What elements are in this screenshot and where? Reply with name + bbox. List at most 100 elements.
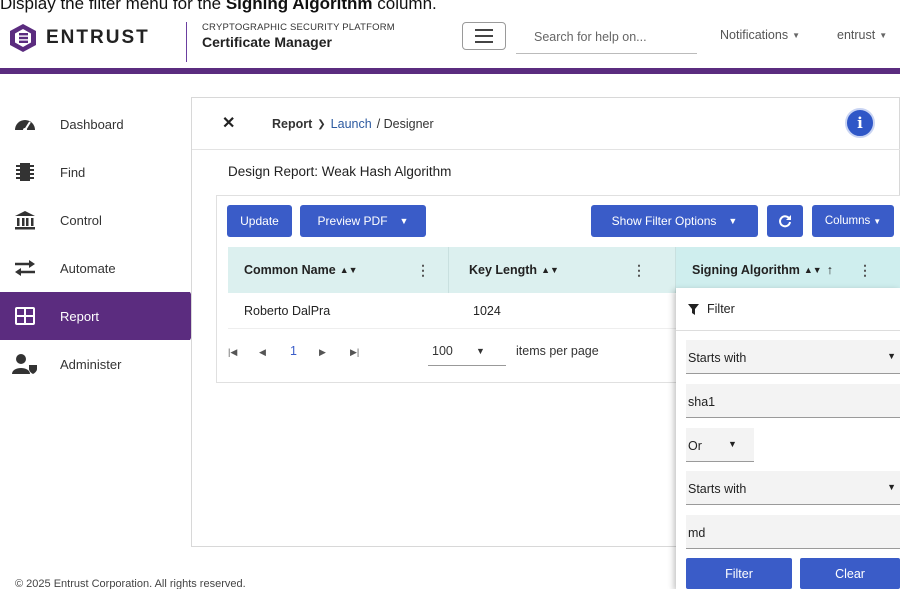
product-title: Certificate Manager	[202, 34, 332, 50]
filter-button-label: Filter	[725, 566, 753, 581]
sidebar-item-dashboard[interactable]: Dashboard	[0, 100, 200, 148]
sidebar-item-label: Find	[60, 164, 86, 180]
page-size-value: 100	[432, 344, 453, 358]
chevron-down-icon: ▼	[879, 30, 888, 40]
sidebar-item-report[interactable]: Report	[0, 292, 202, 340]
clear-button-label: Clear	[835, 566, 865, 581]
next-page-icon[interactable]: ▶	[319, 347, 326, 358]
filter-value-1-input[interactable]: sha1	[686, 384, 900, 418]
swap-arrows-icon	[12, 257, 38, 279]
notifications-label: Notifications	[720, 28, 789, 42]
breadcrumb: Report ❯ Launch / Designer	[272, 117, 434, 131]
user-shield-icon	[12, 353, 38, 375]
filter-apply-button[interactable]: Filter	[686, 558, 792, 589]
breadcrumb-launch-link[interactable]: Launch	[331, 117, 372, 131]
page-size-select[interactable]: 100 ▼	[428, 338, 506, 366]
sidebar-item-label: Report	[60, 308, 100, 324]
filter-logic-select[interactable]: Or ▼	[686, 428, 754, 462]
product-name: CRYPTOGRAPHIC SECURITY PLATFORM Certific…	[202, 22, 395, 50]
sidebar-item-label: Automate	[60, 260, 116, 276]
sort-icon: ▲▼	[541, 265, 559, 275]
table-icon	[12, 305, 38, 327]
filter-clear-button[interactable]: Clear	[800, 558, 900, 589]
instruction-caption: Display the filter menu for the Signing …	[0, 0, 900, 20]
current-page[interactable]: 1	[290, 344, 297, 358]
show-filter-options-button[interactable]: Show Filter Options ▼	[591, 205, 758, 237]
user-menu[interactable]: entrust ▼	[837, 28, 887, 42]
hamburger-line	[475, 29, 493, 31]
filter-title: Filter	[688, 302, 735, 316]
first-page-icon[interactable]: |◀	[228, 347, 237, 358]
breadcrumb-designer: / Designer	[376, 117, 434, 131]
column-header-common-name[interactable]: Common Name ▲▼	[244, 247, 358, 293]
filter-value-2-input[interactable]: md	[686, 515, 900, 549]
items-per-page-label: items per page	[516, 344, 599, 358]
divider	[676, 330, 900, 331]
chevron-down-icon: ▼	[873, 216, 882, 226]
brand[interactable]: ENTRUST	[8, 23, 150, 53]
refresh-button[interactable]	[767, 205, 803, 237]
columns-button[interactable]: Columns ▼	[812, 205, 894, 237]
previous-page-icon[interactable]: ◀	[259, 347, 266, 358]
caption-prefix: Display the filter menu for the	[0, 0, 226, 13]
column-menu-icon[interactable]: ⋮	[416, 262, 430, 279]
hamburger-line	[475, 35, 493, 37]
sidebar-item-label: Dashboard	[60, 116, 124, 132]
filter-title-label: Filter	[707, 302, 735, 316]
sort-icon: ▲▼	[803, 265, 822, 275]
top-bar: ENTRUST CRYPTOGRAPHIC SECURITY PLATFORM …	[0, 20, 900, 68]
help-search-input[interactable]: Search for help on...	[516, 20, 697, 54]
sidebar-item-label: Control	[60, 212, 102, 228]
cell-key-length: 1024	[473, 304, 501, 318]
menu-toggle-button[interactable]	[462, 22, 506, 50]
show-filter-label: Show Filter Options	[611, 214, 717, 228]
sidebar-item-administer[interactable]: Administer	[0, 340, 200, 388]
page-title: Design Report: Weak Hash Algorithm	[228, 164, 452, 179]
chevron-down-icon: ▼	[399, 216, 409, 226]
column-header-signing-algorithm[interactable]: Signing Algorithm ▲▼ ↑	[692, 247, 833, 293]
column-header-label: Key Length	[469, 263, 538, 277]
notifications-menu[interactable]: Notifications ▼	[720, 28, 800, 42]
column-header-label: Signing Algorithm	[692, 263, 800, 277]
info-icon[interactable]: i	[845, 108, 875, 138]
sidebar-item-control[interactable]: Control	[0, 196, 200, 244]
filter-menu: Filter Starts with ▼ sha1 Or ▼ Starts with…	[676, 288, 900, 589]
brand-divider	[186, 22, 187, 62]
sidebar-item-automate[interactable]: Automate	[0, 244, 200, 292]
caption-suffix: column.	[372, 0, 437, 13]
chevron-down-icon: ▼	[728, 216, 738, 226]
column-menu-icon[interactable]: ⋮	[858, 262, 872, 279]
sort-icon: ▲▼	[339, 265, 358, 275]
filter-value-text: sha1	[688, 395, 716, 409]
filter-operator-2-select[interactable]: Starts with ▼	[686, 471, 900, 505]
speedometer-icon	[12, 113, 38, 135]
operator-value: Starts with	[688, 351, 747, 365]
caption-bold: Signing Algorithm	[225, 0, 373, 13]
hamburger-line	[475, 41, 493, 43]
panel-header: ✕ Report ❯ Launch / Designer i	[192, 98, 900, 150]
last-page-icon[interactable]: ▶|	[350, 347, 359, 358]
filter-operator-1-select[interactable]: Starts with ▼	[686, 340, 900, 374]
filter-value-text: md	[688, 526, 706, 540]
sidebar-item-find[interactable]: Find	[0, 148, 200, 196]
table-header: Common Name ▲▼ ⋮ Key Length ▲▼ ⋮ Signing A…	[228, 247, 900, 293]
product-subtitle: CRYPTOGRAPHIC SECURITY PLATFORM	[202, 22, 395, 33]
breadcrumb-report: Report	[272, 117, 313, 131]
update-label: Update	[240, 214, 279, 228]
chevron-down-icon: ▼	[792, 30, 801, 40]
column-divider	[448, 247, 449, 293]
column-header-key-length[interactable]: Key Length ▲▼	[469, 247, 559, 293]
update-button[interactable]: Update	[227, 205, 292, 237]
logic-value: Or	[688, 439, 702, 453]
close-icon[interactable]: ✕	[222, 113, 235, 133]
preview-pdf-button[interactable]: Preview PDF ▼	[300, 205, 426, 237]
operator-value: Starts with	[688, 482, 747, 496]
sort-ascending-icon: ↑	[826, 263, 833, 277]
copyright-footer: © 2025 Entrust Corporation. All rights r…	[15, 578, 246, 589]
chevron-down-icon: ▼	[887, 482, 896, 492]
refresh-icon	[779, 215, 791, 228]
sidebar-item-label: Administer	[60, 356, 122, 372]
cell-common-name: Roberto DalPra	[244, 304, 331, 318]
column-menu-icon[interactable]: ⋮	[632, 262, 646, 279]
column-header-label: Common Name	[244, 263, 336, 277]
